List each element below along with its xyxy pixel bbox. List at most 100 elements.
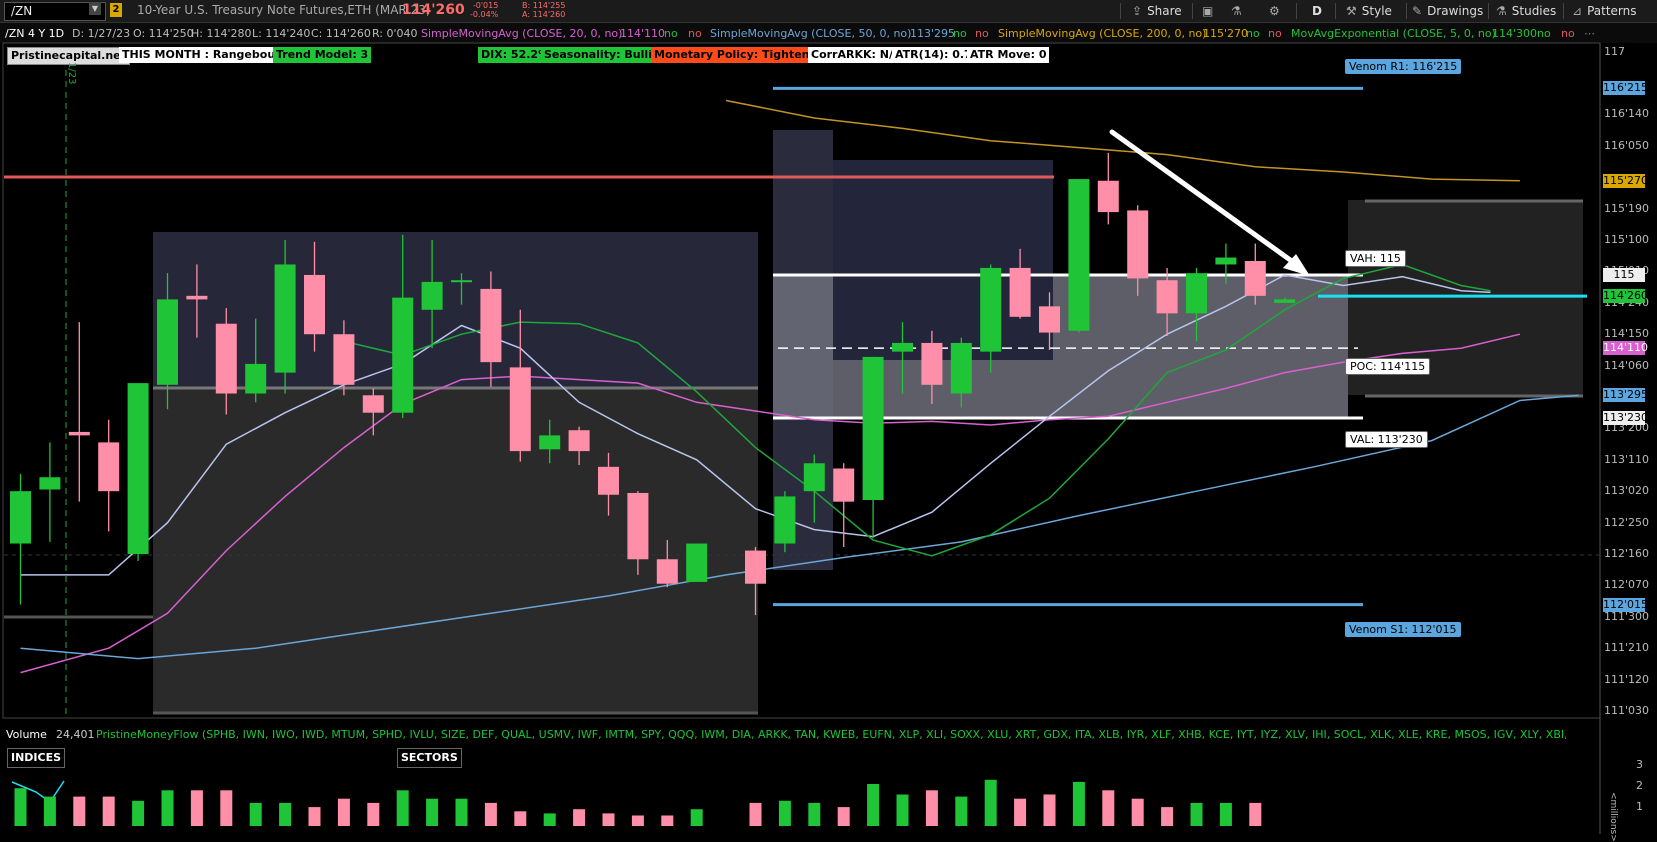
- volume-bar: [73, 796, 86, 826]
- candle-body: [774, 496, 796, 544]
- price-tick: 112'250: [1604, 515, 1650, 529]
- date-marker: 1/23: [66, 62, 77, 85]
- volume-value: 24,401: [56, 728, 95, 741]
- candle-body: [333, 334, 355, 385]
- candle-body: [1009, 267, 1031, 317]
- study-sma20-value: 114'110: [620, 27, 666, 40]
- style-icon: ⚒: [1346, 4, 1357, 18]
- price-tick: 111'120: [1604, 672, 1650, 686]
- value-area: [773, 274, 1348, 418]
- separator: [1296, 3, 1297, 19]
- price-tag: 115: [1603, 267, 1645, 282]
- volume-bar: [631, 815, 644, 826]
- volume-bar: [396, 790, 409, 826]
- volume-bar: [102, 796, 115, 826]
- price-tick: 115'100: [1604, 233, 1650, 247]
- study-flag: no: [1537, 27, 1551, 40]
- volume-bar: [514, 811, 527, 826]
- candle-body: [245, 363, 267, 394]
- patterns-button[interactable]: ⊿ Patterns: [1572, 2, 1637, 20]
- study-flag: no: [1246, 27, 1260, 40]
- price-tag: 113'230: [1603, 410, 1649, 425]
- symbol-dropdown-icon[interactable]: ▼: [89, 2, 101, 15]
- study-flag: no: [1268, 27, 1282, 40]
- study-flag: no: [688, 27, 702, 40]
- chart-title: /ZN 4 Y 1D: [5, 27, 65, 40]
- candle-body: [1156, 280, 1178, 314]
- ema5-line: [20, 274, 1491, 576]
- studies-button[interactable]: ⚗ Studies: [1496, 2, 1556, 20]
- candle-body: [127, 383, 149, 555]
- study-ema5[interactable]: MovAvgExponential (CLOSE, 5, 0, no): [1291, 26, 1496, 41]
- study-sma20[interactable]: SimpleMovingAvg (CLOSE, 20, 0, no): [421, 26, 622, 41]
- share-button[interactable]: ⇪ Share: [1132, 2, 1182, 20]
- volume-bar: [190, 790, 203, 826]
- bar-low: L: 114'240: [252, 27, 311, 40]
- study-ema5-value: 114'300: [1492, 27, 1538, 40]
- drawings-button[interactable]: ✎ Drawings: [1412, 2, 1483, 20]
- price-tag: 114'260: [1603, 288, 1649, 303]
- study-flag: no: [953, 27, 967, 40]
- price-tick: 111'300: [1604, 609, 1650, 623]
- period-button[interactable]: D: [1312, 2, 1322, 20]
- candle-body: [1244, 261, 1266, 296]
- price-chart[interactable]: [0, 0, 1657, 834]
- price-tick: 116'050: [1604, 138, 1650, 152]
- candle-body: [274, 264, 296, 373]
- screenshot-button[interactable]: ▣: [1202, 2, 1218, 20]
- volume-bar: [426, 798, 439, 826]
- settings-button[interactable]: ⚙: [1269, 2, 1285, 20]
- price-tick: 112'160: [1604, 547, 1650, 561]
- study-sma50[interactable]: SimpleMovingAvg (CLOSE, 50, 0, no): [710, 26, 911, 41]
- indices-button[interactable]: INDICES: [7, 748, 66, 768]
- candle-body: [392, 297, 414, 413]
- price-tick: 114'150: [1604, 327, 1650, 341]
- candle-body: [451, 280, 472, 283]
- sma20-line: [343, 263, 1491, 557]
- candle-body: [68, 431, 90, 436]
- volume-bar: [249, 802, 262, 826]
- sectors-button[interactable]: SECTORS: [397, 748, 462, 768]
- price-tag: 114'110: [1603, 341, 1649, 356]
- flask-button[interactable]: ⚗: [1231, 2, 1247, 20]
- badge-corr: CorrARKK: N/A: [808, 47, 905, 63]
- volume-bar: [455, 798, 468, 826]
- studies-label: Studies: [1511, 4, 1557, 18]
- vol-tick: 1: [1636, 800, 1643, 813]
- price-axis[interactable]: 117116'140116'050115'190115'100115'01011…: [1600, 43, 1657, 723]
- volume-bar: [279, 802, 292, 826]
- style-button[interactable]: ⚒ Style: [1346, 2, 1392, 20]
- candle-body: [950, 342, 972, 394]
- separator: [1192, 3, 1193, 19]
- volume-units: <millions>: [1608, 792, 1618, 842]
- money-flow-study[interactable]: PristineMoneyFlow (SPHB, IWN, IWO, IWD, …: [96, 727, 1566, 742]
- study-sma200[interactable]: SimpleMovingAvg (CLOSE, 200, 0, no): [998, 26, 1206, 41]
- vah-label: VAH: 115: [1345, 250, 1406, 267]
- link-group-badge[interactable]: 2: [110, 3, 122, 17]
- study-sma50-value: 113'295: [910, 27, 956, 40]
- venom-s1-label: Venom S1: 112'015: [1345, 622, 1461, 637]
- candle-body: [745, 550, 766, 584]
- volume-bar: [220, 790, 233, 826]
- volume-bar: [1249, 802, 1262, 826]
- study-flag: no: [975, 27, 989, 40]
- chart-frame: [2, 42, 1601, 719]
- more-icon[interactable]: ⋯: [1584, 26, 1595, 41]
- price-tag: 116'215: [1603, 81, 1649, 96]
- candle-body: [921, 342, 943, 385]
- patterns-icon: ⊿: [1572, 4, 1583, 18]
- venom-r1-label: Venom R1: 116'215: [1345, 59, 1462, 74]
- volume-bar: [573, 809, 586, 826]
- vol-tick: 3: [1636, 758, 1643, 771]
- net-change: -0'015: [472, 1, 499, 10]
- separator: [1563, 3, 1564, 19]
- candle-body: [1127, 210, 1149, 279]
- price-tag: 113'295: [1603, 388, 1649, 403]
- volume-bar: [1190, 802, 1203, 826]
- volume-bar: [925, 790, 938, 826]
- candle-body: [627, 492, 649, 560]
- volume-bar: [661, 815, 674, 826]
- badge-atr-move: ATR Move: 0: [967, 47, 1050, 63]
- share-icon: ⇪: [1132, 4, 1143, 18]
- bid-ask: B: 114'255 A: 114'260: [522, 1, 565, 19]
